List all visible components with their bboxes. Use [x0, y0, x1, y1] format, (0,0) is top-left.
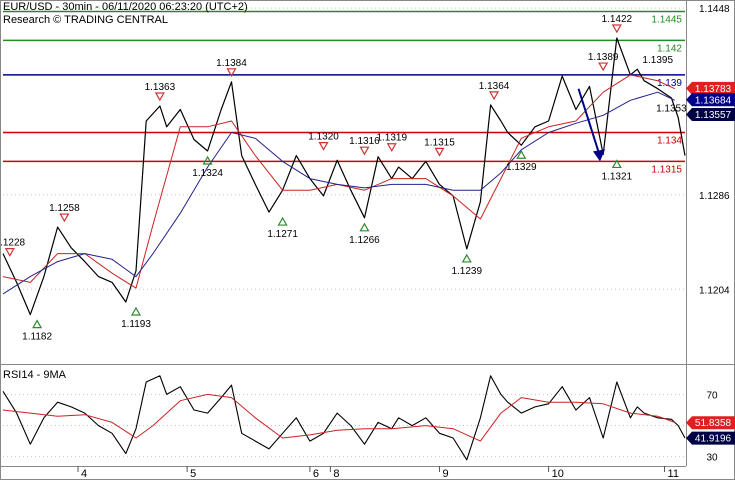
peak-label: 1.1228	[0, 238, 26, 249]
peak-marker-icon	[489, 91, 500, 101]
level-label: 1.134	[657, 136, 682, 147]
time-axis-tick-label: 11	[668, 468, 679, 480]
trough-label: 1.1321	[602, 171, 633, 182]
trough-label: 1.1193	[121, 319, 151, 330]
chart: 1.1204 1.1286 1.1448 30 70 4 5 6 8 9 10 11 1.1445 1.1…	[0, 0, 735, 480]
level-annotation-label: 1.1395	[642, 55, 673, 66]
rsi-series-ma_fast	[2, 393, 675, 442]
price-axis-tick-label: 1.1286	[699, 191, 730, 202]
trough-label: 1.1329	[506, 162, 537, 173]
rsi-axis-tick-label: 30	[706, 453, 718, 464]
peak-label: 1.1320	[308, 132, 339, 143]
time-axis-tick-label: 9	[442, 468, 448, 480]
trough-marker-icon	[461, 253, 472, 263]
peak-label: 1.1364	[479, 81, 510, 92]
peak-marker-icon	[4, 248, 15, 257]
rsi-series-price	[2, 375, 686, 461]
peak-label: 1.1363	[145, 82, 176, 93]
price-axis-tick-label: 1.1204	[699, 285, 730, 296]
peak-label: 1.1389	[588, 52, 619, 63]
trough-marker-icon	[32, 319, 43, 329]
price-series-ma_fast	[2, 74, 676, 289]
level-label: 1.142	[657, 43, 682, 54]
price-series-ma_slow	[2, 91, 676, 295]
rsi-tag: 51.8358	[695, 418, 732, 429]
peak-marker-icon	[59, 213, 70, 223]
trough-label: 1.1271	[267, 229, 298, 240]
chart-subtitle: Research © TRADING CENTRAL	[3, 14, 168, 26]
peak-marker-icon	[359, 146, 370, 156]
trough-marker-icon	[359, 222, 370, 232]
peak-label: 1.1422	[602, 14, 633, 25]
peak-marker-icon	[386, 143, 397, 152]
time-axis-tick-label: 6	[313, 468, 319, 480]
peak-marker-icon	[318, 141, 329, 151]
trough-marker-icon	[202, 155, 213, 165]
trough-marker-icon	[130, 306, 142, 316]
time-axis-tick-label: 8	[333, 468, 339, 480]
forecast-arrow-head-icon	[593, 149, 605, 162]
rsi-tag: 41.9196	[695, 434, 732, 445]
trough-label: 1.1182	[22, 332, 52, 343]
price-tag: 1.13684	[695, 95, 732, 106]
peak-label: 1.1319	[376, 133, 407, 144]
trough-label: 1.1266	[349, 235, 380, 246]
peak-label: 1.1315	[424, 137, 455, 148]
rsi-title: RSI14 - 9MA	[3, 369, 67, 381]
peak-marker-icon	[434, 147, 445, 157]
trough-label: 1.1324	[192, 168, 223, 179]
trough-label: 1.1239	[451, 266, 482, 277]
time-axis-tick-label: 4	[81, 468, 87, 480]
level-label: 1.139	[657, 78, 682, 89]
level-label: 1.1315	[651, 164, 682, 175]
price-tag: 1.13557	[695, 110, 732, 121]
price-series-price	[2, 37, 686, 316]
peak-label: 1.1258	[49, 203, 80, 214]
level-label: 1.1445	[651, 15, 682, 26]
rsi-axis-tick-label: 70	[706, 390, 718, 401]
price-axis-tick-label: 1.1448	[699, 4, 730, 15]
time-axis-tick-label: 10	[552, 468, 564, 480]
peak-marker-icon	[154, 92, 165, 102]
peak-marker-icon	[598, 62, 609, 72]
chart-svg: 1.1204 1.1286 1.1448 30 70 4 5 6 8 9 10 11 1.1445 1.1…	[0, 0, 735, 480]
time-axis-tick-label: 5	[190, 468, 196, 480]
chart-title: EUR/USD - 30min - 06/11/2020 06:23:20 (U…	[3, 1, 248, 13]
peak-marker-icon	[611, 24, 622, 34]
trough-marker-icon	[277, 216, 288, 226]
price-tag: 1.13783	[695, 84, 732, 95]
peak-label: 1.1384	[216, 58, 247, 69]
level-annotation-label: 1.1353	[656, 104, 687, 115]
